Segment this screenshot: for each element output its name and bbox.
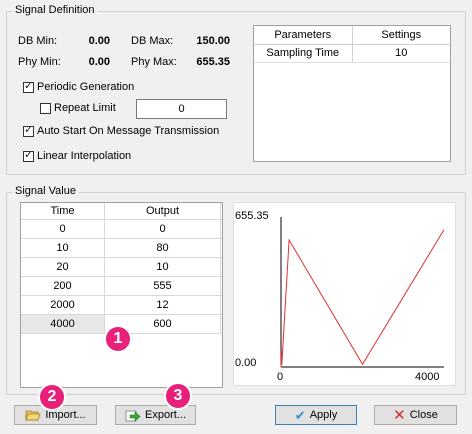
repeat-limit-checkbox[interactable]: Repeat Limit xyxy=(40,102,116,114)
auto-start-label: Auto Start On Message Transmission xyxy=(37,125,220,137)
check-mark-icon: ✓ xyxy=(24,123,34,136)
phy-max-value: 655.35 xyxy=(196,56,230,68)
table-row[interactable]: 10 80 xyxy=(21,239,222,258)
output-cell[interactable]: 10 xyxy=(105,258,221,276)
signal-definition-title: Signal Definition xyxy=(12,4,98,16)
db-max-label: DB Max: xyxy=(131,35,174,47)
table-row[interactable]: 20 10 xyxy=(21,258,222,277)
chart-series-line xyxy=(280,229,445,368)
repeat-limit-box[interactable] xyxy=(40,102,51,114)
table-row[interactable]: 200 555 xyxy=(21,277,222,296)
close-button-label: Close xyxy=(409,409,438,421)
signal-value-table: Time Output 0 0 10 80 20 10 200 555 2000… xyxy=(20,202,223,388)
signal-chart: 655.35 0.00 0 4000 xyxy=(233,202,456,386)
parameters-column-header[interactable]: Parameters xyxy=(254,26,353,44)
repeat-limit-input[interactable]: 0 xyxy=(136,99,227,119)
output-cell[interactable]: 80 xyxy=(105,239,221,257)
table-row[interactable]: 0 0 xyxy=(21,220,222,239)
close-x-icon: ✕ xyxy=(393,406,406,424)
apply-button[interactable]: ✔ Apply xyxy=(275,405,357,425)
chart-x-max-label: 4000 xyxy=(415,371,439,383)
linear-interpolation-box[interactable]: ✓ xyxy=(23,148,34,162)
output-cell[interactable]: 0 xyxy=(105,220,221,238)
db-max-value: 150.00 xyxy=(196,35,230,47)
auto-start-box[interactable]: ✓ xyxy=(23,123,34,137)
folder-open-icon xyxy=(25,410,41,421)
parameter-setting-cell[interactable]: 10 xyxy=(353,45,451,62)
time-column-header[interactable]: Time xyxy=(21,203,105,219)
apply-button-label: Apply xyxy=(309,409,338,421)
time-cell[interactable]: 200 xyxy=(21,277,105,295)
signal-value-title: Signal Value xyxy=(12,185,79,197)
output-column-header[interactable]: Output xyxy=(105,203,221,219)
output-cell[interactable]: 12 xyxy=(105,296,221,314)
auto-start-checkbox[interactable]: ✓ Auto Start On Message Transmission xyxy=(23,123,220,137)
periodic-generation-box[interactable]: ✓ xyxy=(23,79,34,93)
chart-y-max-label: 655.35 xyxy=(235,210,269,222)
annotation-badge-2: 2 xyxy=(38,383,66,411)
output-cell[interactable]: 555 xyxy=(105,277,221,295)
close-button[interactable]: ✕ Close xyxy=(374,405,457,425)
parameter-name-cell: Sampling Time xyxy=(254,45,353,62)
table-row[interactable]: Sampling Time 10 xyxy=(254,45,450,63)
phy-min-label: Phy Min: xyxy=(18,56,61,68)
signal-chart-svg: 655.35 0.00 0 4000 xyxy=(235,210,445,383)
parameters-table-header: Parameters Settings xyxy=(254,26,450,45)
signal-table-header: Time Output xyxy=(21,203,222,220)
linear-interpolation-label: Linear Interpolation xyxy=(37,150,132,162)
phy-max-label: Phy Max: xyxy=(131,56,177,68)
time-cell[interactable]: 2000 xyxy=(21,296,105,314)
repeat-limit-label: Repeat Limit xyxy=(54,102,116,114)
periodic-generation-checkbox[interactable]: ✓ Periodic Generation xyxy=(23,79,135,93)
time-cell[interactable]: 20 xyxy=(21,258,105,276)
annotation-badge-1: 1 xyxy=(104,325,132,353)
chart-x-min-label: 0 xyxy=(277,371,283,383)
table-row[interactable]: 2000 12 xyxy=(21,296,222,315)
phy-min-value: 0.00 xyxy=(88,56,110,68)
export-arrow-icon xyxy=(125,410,141,422)
checkmark-icon: ✔ xyxy=(294,407,306,423)
periodic-generation-label: Periodic Generation xyxy=(37,81,135,93)
time-cell[interactable]: 0 xyxy=(21,220,105,238)
parameters-table: Parameters Settings Sampling Time 10 xyxy=(253,25,451,162)
linear-interpolation-checkbox[interactable]: ✓ Linear Interpolation xyxy=(23,148,132,162)
db-min-label: DB Min: xyxy=(18,35,58,47)
export-button-label: Export... xyxy=(145,409,186,421)
check-mark-icon: ✓ xyxy=(24,79,34,92)
chart-y-min-label: 0.00 xyxy=(235,357,256,369)
db-min-value: 0.00 xyxy=(88,35,110,47)
time-cell[interactable]: 4000 xyxy=(21,315,105,333)
settings-column-header[interactable]: Settings xyxy=(353,26,451,44)
time-cell[interactable]: 10 xyxy=(21,239,105,257)
check-mark-icon: ✓ xyxy=(24,148,34,161)
annotation-badge-3: 3 xyxy=(164,382,192,410)
